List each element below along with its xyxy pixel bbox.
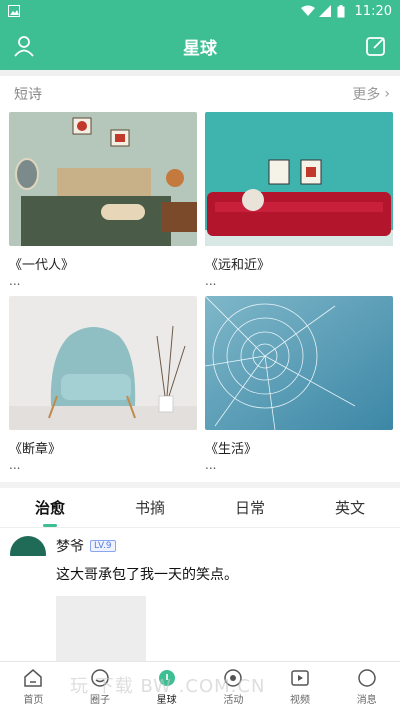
card-image — [9, 296, 197, 430]
edit-icon — [366, 37, 385, 56]
bottom-nav: 首页 圈子 星球 活动 视频 消息 玩 下载 BW .COM.CN — [0, 661, 400, 711]
card-desc: ... — [205, 458, 217, 472]
category-tabs: 治愈 书摘 日常 英文 — [0, 488, 400, 528]
nav-video[interactable]: 视频 — [267, 662, 334, 711]
compose-button[interactable] — [364, 34, 388, 58]
more-label: 更多 — [352, 87, 381, 103]
battery-icon — [337, 5, 349, 18]
poem-card[interactable]: 《一代人》 ... — [9, 112, 197, 296]
post-image[interactable] — [56, 596, 146, 666]
nav-label: 圈子 — [90, 694, 110, 706]
post-text: 这大哥承包了我一天的笑点。 — [56, 567, 238, 583]
section-header: 短诗 更多 › — [0, 76, 400, 112]
message-icon — [357, 668, 376, 687]
tab-label: 英文 — [334, 499, 365, 517]
nav-activity[interactable]: 活动 — [200, 662, 267, 711]
circle-icon — [91, 668, 109, 687]
tab-label: 日常 — [234, 499, 265, 517]
status-bar: 11:20 — [0, 0, 400, 22]
poem-card[interactable]: 《生活》 ... — [205, 296, 393, 480]
planet-icon — [158, 669, 175, 686]
card-caption: 《一代人》 — [9, 258, 75, 273]
tab-excerpts[interactable]: 书摘 — [100, 488, 200, 527]
activity-icon — [224, 668, 243, 687]
tab-label: 书摘 — [134, 499, 165, 517]
nav-messages[interactable]: 消息 — [333, 662, 400, 711]
level-badge: LV.9 — [90, 540, 116, 552]
card-caption: 《断章》 — [9, 442, 62, 457]
status-time: 11:20 — [354, 3, 392, 19]
nav-circle[interactable]: 圈子 — [67, 662, 134, 711]
more-link[interactable]: 更多 › — [352, 84, 390, 104]
poem-card[interactable]: 《远和近》 ... — [205, 112, 393, 296]
nav-label: 活动 — [223, 694, 244, 706]
card-image — [9, 112, 197, 246]
avatar[interactable] — [10, 536, 46, 572]
card-caption: 《远和近》 — [205, 258, 271, 273]
image-icon — [8, 5, 20, 17]
post-user-row: 梦爷 LV.9 — [56, 536, 390, 556]
card-image — [205, 296, 393, 430]
tab-english[interactable]: 英文 — [300, 488, 400, 527]
tab-label: 治愈 — [34, 499, 65, 517]
title-bar: 星球 — [0, 22, 400, 70]
profile-button[interactable] — [12, 34, 36, 58]
nav-planet[interactable]: 星球 — [133, 662, 200, 711]
post-item[interactable]: 梦爷 LV.9 这大哥承包了我一天的笑点。 — [0, 528, 400, 674]
card-caption: 《生活》 — [205, 442, 258, 457]
nav-label: 消息 — [356, 694, 377, 706]
video-icon — [291, 669, 309, 686]
poem-grid: 《一代人》 ... 《远和近》 ... 《断章》 ... 《生活》 ... — [0, 112, 400, 480]
tab-indicator — [43, 524, 57, 527]
poem-card[interactable]: 《断章》 ... — [9, 296, 197, 480]
card-desc: ... — [9, 274, 21, 288]
card-image — [205, 112, 393, 246]
section-label: 短诗 — [14, 87, 42, 103]
card-desc: ... — [9, 458, 21, 472]
wifi-icon — [300, 5, 315, 17]
nav-home[interactable]: 首页 — [0, 662, 67, 711]
post-username[interactable]: 梦爷 — [56, 536, 84, 556]
nav-label: 星球 — [156, 694, 177, 706]
signal-icon — [318, 5, 331, 17]
home-icon — [24, 668, 43, 687]
nav-label: 首页 — [23, 694, 44, 706]
tab-healing[interactable]: 治愈 — [0, 488, 100, 527]
card-desc: ... — [205, 274, 217, 288]
post-body: 梦爷 LV.9 这大哥承包了我一天的笑点。 — [56, 536, 390, 666]
page-title: 星球 — [183, 38, 217, 59]
user-icon — [14, 36, 34, 57]
tab-daily[interactable]: 日常 — [200, 488, 300, 527]
chevron-right-icon: › — [384, 86, 390, 102]
nav-label: 视频 — [290, 694, 311, 706]
